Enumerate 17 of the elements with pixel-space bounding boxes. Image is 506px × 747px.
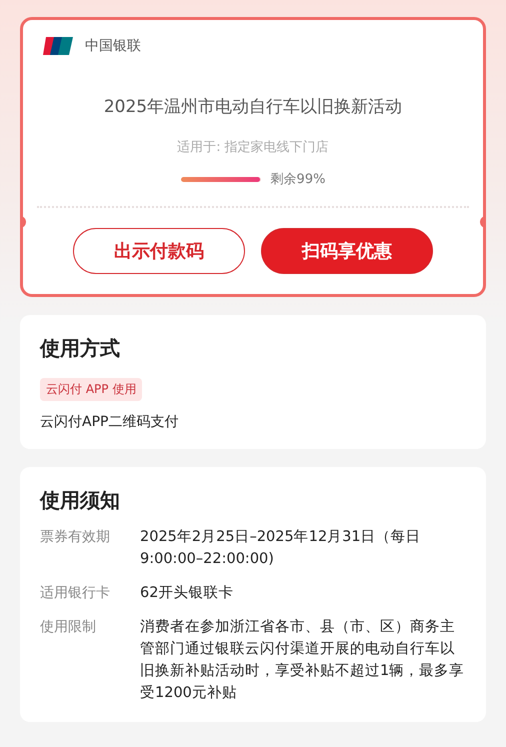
notice-label: 适用银行卡 [40,584,111,603]
remaining-label: 剩余99% [270,171,326,188]
notice-label: 票券有效期 [40,528,111,547]
section-heading: 使用须知 [40,487,120,514]
scan-button[interactable]: 扫码享优惠 [261,228,433,274]
usage-text: 云闪付APP二维码支付 [40,413,178,431]
issuer-name: 中国银联 [85,37,141,55]
applies-to-text: 适用于: 指定家电线下门店 [177,139,329,156]
notice-value: 2025年2月25日–2025年12月31日（每日 9:00:00–22:00:00) [140,528,422,569]
notice-label: 使用限制 [40,618,97,637]
section-heading: 使用方式 [40,335,120,362]
notice-value: 消费者在参加浙江省各市、县（市、区）商务主管部门通过银联云闪付渠道开展的电动自行车以旧换新补贴活动时，享受补贴不超过1辆，最多享受1200元补贴 [140,618,466,703]
payment-code-button[interactable]: 出示付款码 [73,228,245,274]
coupon-title: 2025年温州市电动自行车以旧换新活动 [104,96,402,118]
usage-tag: 云闪付 APP 使用 [40,378,142,401]
notice-value: 62开头银联卡 [140,584,234,603]
logo-icon [43,37,73,55]
